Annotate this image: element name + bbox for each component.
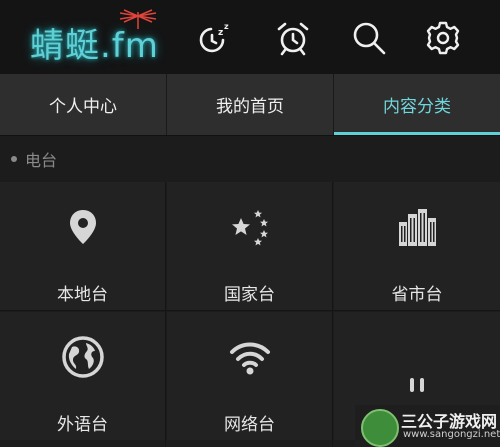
dragonfly-icon — [119, 9, 157, 29]
category-foreign-language[interactable]: 外语台 — [0, 312, 165, 440]
tab-label: 个人中心 — [49, 97, 117, 117]
app-logo: 蜻蜓.fm — [30, 9, 159, 66]
grid-divider — [332, 182, 333, 447]
section-title: 电台 — [25, 151, 58, 170]
watermark-url: www.sangongzi.net — [403, 429, 500, 440]
top-bar: 蜻蜓.fm z z — [0, 0, 500, 74]
settings-gear-icon[interactable] — [425, 20, 461, 56]
category-label: 网络台 — [224, 415, 275, 435]
main-tabs: 个人中心 我的首页 内容分类 — [0, 74, 500, 136]
city-buildings-icon — [399, 209, 436, 246]
tab-content-categories[interactable]: 内容分类 — [334, 74, 500, 135]
location-pin-icon — [69, 210, 96, 244]
category-provincial[interactable]: 省市台 — [334, 182, 500, 310]
svg-text:z: z — [218, 28, 223, 38]
tab-my-home[interactable]: 我的首页 — [167, 74, 334, 135]
watermark-logo-icon — [361, 409, 399, 447]
tab-personal-center[interactable]: 个人中心 — [0, 74, 167, 135]
stars-flag-icon — [231, 210, 268, 246]
category-local[interactable]: 本地台 — [0, 182, 165, 310]
category-label: 本地台 — [57, 285, 108, 305]
bullet-dot — [11, 156, 17, 162]
sleep-timer-icon[interactable]: z z — [197, 20, 233, 56]
search-icon[interactable] — [351, 20, 387, 56]
category-internet[interactable]: 网络台 — [167, 312, 332, 440]
category-national[interactable]: 国家台 — [167, 182, 332, 310]
section-header: 电台 — [0, 136, 500, 182]
alarm-clock-icon[interactable] — [275, 20, 311, 56]
svg-text:z: z — [224, 22, 229, 31]
watermark: 三公子游戏网 www.sangongzi.net — [355, 405, 500, 447]
globe-icon — [61, 336, 104, 378]
tab-label: 内容分类 — [383, 97, 451, 117]
category-label: 省市台 — [391, 285, 443, 305]
category-label: 外语台 — [57, 415, 108, 435]
grid-divider — [165, 182, 166, 447]
grid-divider — [0, 310, 500, 311]
category-label: 国家台 — [224, 285, 275, 305]
tab-label: 我的首页 — [216, 97, 284, 117]
wifi-icon — [229, 342, 270, 375]
logo-text: 蜻蜓.fm — [30, 26, 159, 66]
